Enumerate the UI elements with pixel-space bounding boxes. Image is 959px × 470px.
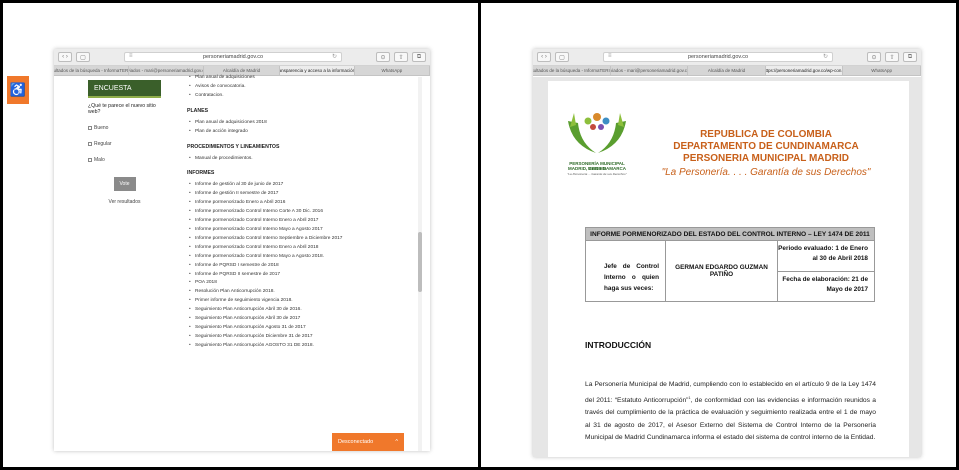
share-button[interactable]: ⇧: [885, 52, 899, 62]
document-link[interactable]: Informe pormenorizado Control Interno Ma…: [187, 253, 430, 262]
survey-title: ENCUESTA: [88, 80, 161, 98]
pdf-viewer: PERSONERÍA MUNICIPAL MADRID MADRID, CUND…: [533, 77, 921, 457]
document-link[interactable]: Primer informe de seguimiento vigencia 2…: [187, 297, 430, 306]
document-link[interactable]: Informe de PQRSD I semestre de 2018: [187, 262, 430, 271]
right-panel: ‹ › ▢ ≡ personeriamadrid.gov.co ↻ ⊙ ⇧ ⧉ …: [481, 3, 956, 467]
document-link[interactable]: Informe pormenorizado Enero a Abril 2016: [187, 199, 430, 208]
reload-icon[interactable]: ↻: [823, 53, 828, 60]
section-list: Plan anual de adquisiciones 2018Plan de …: [187, 119, 430, 137]
radio-button[interactable]: [88, 158, 92, 162]
documents-list: Plan anual de adquisicionesAvisos de con…: [187, 74, 430, 351]
document-link[interactable]: Informe pormenorizado Control Interno En…: [187, 217, 430, 226]
hands-logo-icon: [568, 113, 626, 153]
chat-status: Desconectado: [338, 439, 374, 445]
address-bar[interactable]: ≡ personeriamadrid.gov.co ↻: [124, 52, 342, 62]
sidebar-toggle-button[interactable]: ▢: [76, 52, 90, 62]
browser-window-right: ‹ › ▢ ≡ personeriamadrid.gov.co ↻ ⊙ ⇧ ⧉ …: [533, 49, 921, 457]
survey-question: ¿Qué te parece el nuevo sitio web?: [88, 103, 156, 115]
doc-heading-1: REPUBLICA DE COLOMBIA: [700, 129, 832, 140]
document-link[interactable]: Seguimiento Plan Anticorrupción Abril 30…: [187, 306, 430, 315]
browser-tabs: Resultados de la búsqueda - InformaTERIO…: [533, 66, 921, 76]
section-list: Informe de gestión al 30 de junio de 201…: [187, 181, 430, 350]
radio-button[interactable]: [88, 126, 92, 130]
top-items-list: Plan anual de adquisicionesAvisos de con…: [187, 74, 430, 101]
address-text: personeriamadrid.gov.co: [687, 54, 749, 60]
survey-widget: ENCUESTA ¿Qué te parece el nuevo sitio w…: [88, 80, 161, 205]
browser-tab[interactable]: Resultados de la búsqueda - InformaTERIO…: [533, 66, 611, 75]
browser-tab[interactable]: Alcaldía de Madrid: [688, 66, 766, 75]
page-content: ENCUESTA ¿Qué te parece el nuevo sitio w…: [54, 74, 430, 451]
document-link[interactable]: Informe pormenorizado Control Interno Se…: [187, 235, 430, 244]
sidebar-toggle-button[interactable]: ▢: [555, 52, 569, 62]
document-link[interactable]: Informe pormenorizado Control Interno Co…: [187, 208, 430, 217]
back-forward-button[interactable]: ‹ ›: [537, 52, 551, 62]
left-panel: ‹ › ▢ ≡ personeriamadrid.gov.co ↻ ⊙ ⇧ ⧉ …: [3, 3, 478, 467]
section-heading: INFORMES: [187, 170, 215, 177]
accessibility-icon[interactable]: ♿: [7, 76, 29, 104]
logo-slogan: "La Personería ... Garante de sus Derech…: [567, 172, 627, 176]
document-link[interactable]: Seguimiento Plan Anticorrupción Diciembr…: [187, 333, 430, 342]
results-link[interactable]: Ver resultados: [88, 199, 161, 205]
vote-button[interactable]: Vote: [113, 177, 136, 191]
download-button[interactable]: ⊙: [376, 52, 390, 62]
share-button[interactable]: ⇧: [394, 52, 408, 62]
address-bar[interactable]: ≡ personeriamadrid.gov.co ↻: [603, 52, 833, 62]
browser-tab[interactable]: WhatsApp: [843, 66, 921, 75]
survey-option-label: Bueno: [94, 125, 109, 131]
address-text: personeriamadrid.gov.co: [202, 54, 264, 60]
doc-heading-3: PERSONERIA MUNICIPAL MADRID: [683, 153, 849, 164]
document-link[interactable]: Seguimiento Plan Anticorrupción Abril 30…: [187, 315, 430, 324]
document-link[interactable]: Seguimiento Plan Anticorrupción Agosto 3…: [187, 324, 430, 333]
tabs-overview-button[interactable]: ⧉: [903, 52, 917, 62]
document-link[interactable]: Informe pormenorizado Control Interno En…: [187, 244, 430, 253]
scroll-thumb[interactable]: [418, 232, 422, 292]
document-link[interactable]: Plan de acción integrado: [187, 128, 430, 137]
reader-icon[interactable]: ≡: [129, 53, 133, 59]
chat-widget[interactable]: Desconectado ^: [332, 433, 404, 451]
browser-tab[interactable]: Resultados de la búsqueda - InformaTERIO…: [54, 66, 130, 75]
scrollbar[interactable]: [418, 77, 422, 451]
pdf-page: PERSONERÍA MUNICIPAL MADRID MADRID, CUND…: [548, 81, 909, 457]
browser-toolbar: ‹ › ▢ ≡ personeriamadrid.gov.co ↻ ⊙ ⇧ ⧉: [54, 49, 430, 66]
tabs-overview-button[interactable]: ⧉: [412, 52, 426, 62]
doc-motto: "La Personería. . . . Garantía de sus De…: [661, 167, 871, 178]
document-link[interactable]: Informe de PQRSD II semestre de 2017: [187, 271, 430, 280]
document-link[interactable]: Plan anual de adquisiciones: [187, 74, 430, 83]
document-link[interactable]: Resolución Plan Anticorrupción 2018.: [187, 288, 430, 297]
document-link[interactable]: Manual de procedimientos.: [187, 155, 430, 164]
survey-option-label: Regular: [94, 141, 112, 147]
browser-tab[interactable]: https://personeriamadrid.gov.co/wp-con..…: [765, 66, 844, 75]
document-link[interactable]: Contratacion.: [187, 92, 430, 101]
doc-heading-2: DEPARTAMENTO DE CUNDINAMARCA: [673, 141, 859, 152]
section-heading: PLANES: [187, 107, 209, 114]
document-link[interactable]: Avisos de convocatoria.: [187, 83, 430, 92]
section-heading: PROCEDIMIENTOS Y LINEAMIENTOS: [187, 143, 280, 150]
document-link[interactable]: Seguimiento Plan Anticorrupción AGOSTO 3…: [187, 342, 430, 351]
survey-option-label: Malo: [94, 157, 105, 163]
reader-icon[interactable]: ≡: [608, 53, 612, 59]
logo-caption-2: MADRID, CUNDINAMARCA: [568, 166, 626, 171]
browser-toolbar: ‹ › ▢ ≡ personeriamadrid.gov.co ↻ ⊙ ⇧ ⧉: [533, 49, 921, 66]
document-link[interactable]: Informe de gestión al 30 de junio de 201…: [187, 181, 430, 190]
survey-option[interactable]: Malo: [88, 157, 161, 163]
browser-window-left: ‹ › ▢ ≡ personeriamadrid.gov.co ↻ ⊙ ⇧ ⧉ …: [54, 49, 430, 451]
chevron-up-icon[interactable]: ^: [395, 439, 398, 445]
back-forward-button[interactable]: ‹ ›: [58, 52, 72, 62]
download-button[interactable]: ⊙: [867, 52, 881, 62]
personeria-logo: PERSONERÍA MUNICIPAL MADRID MADRID, CUND…: [560, 105, 634, 185]
survey-option[interactable]: Bueno: [88, 125, 161, 131]
document-link[interactable]: POA 2018: [187, 279, 430, 288]
radio-button[interactable]: [88, 142, 92, 146]
document-link[interactable]: Informe pormenorizado Control Interno Ma…: [187, 226, 430, 235]
reload-icon[interactable]: ↻: [332, 53, 337, 60]
document-link[interactable]: Plan anual de adquisiciones 2018: [187, 119, 430, 128]
section-list: Manual de procedimientos.: [187, 155, 430, 164]
survey-option[interactable]: Regular: [88, 141, 161, 147]
document-link[interactable]: Informe de gestión II semestre de 2017: [187, 190, 430, 199]
browser-tab[interactable]: Enviados - mari@personeriamadrid.gov.co.…: [611, 66, 689, 75]
